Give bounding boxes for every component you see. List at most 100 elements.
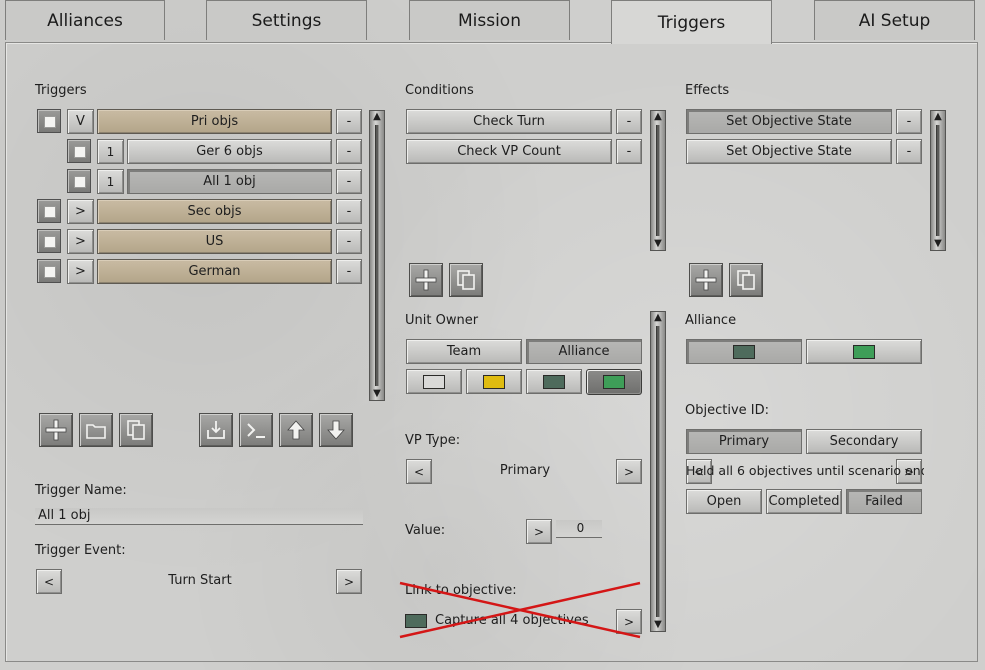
condition-check-vp-count[interactable]: Check VP Count — [406, 139, 612, 164]
console-button[interactable] — [239, 413, 273, 447]
owner-color-dark-green[interactable] — [526, 369, 582, 394]
trigger-checkbox[interactable] — [37, 109, 61, 133]
add-effect-button[interactable] — [689, 263, 723, 297]
effect-set-objective-state[interactable]: Set Objective State — [686, 109, 892, 134]
copy-icon — [457, 270, 475, 290]
tab-label: Settings — [251, 10, 322, 31]
scroll-down-icon[interactable]: ▼ — [931, 238, 945, 250]
move-down-button[interactable] — [319, 413, 353, 447]
vp-type-prev-button[interactable]: < — [406, 459, 432, 484]
tab-triggers[interactable]: Triggers — [611, 0, 772, 44]
effect-set-objective-state[interactable]: Set Objective State — [686, 139, 892, 164]
trigger-expand-toggle[interactable]: > — [67, 229, 94, 254]
value-heading: Value: — [405, 523, 446, 538]
objective-primary-button[interactable]: Primary — [686, 429, 802, 454]
tab-settings[interactable]: Settings — [206, 0, 367, 40]
move-up-button[interactable] — [279, 413, 313, 447]
tab-ai-setup[interactable]: AI Setup — [814, 0, 975, 40]
scroll-up-icon[interactable]: ▲ — [370, 111, 384, 123]
trigger-event-prev-button[interactable]: < — [36, 569, 62, 594]
scroll-down-icon[interactable]: ▼ — [651, 238, 665, 250]
vp-type-next-button[interactable]: > — [616, 459, 642, 484]
conditions-heading: Conditions — [405, 83, 474, 98]
remove-trigger-button[interactable]: - — [336, 229, 362, 254]
trigger-item-us[interactable]: US — [97, 229, 332, 254]
remove-effect-button[interactable]: - — [896, 109, 922, 134]
remove-trigger-button[interactable]: - — [336, 139, 362, 164]
objective-secondary-button[interactable]: Secondary — [806, 429, 922, 454]
tab-mission[interactable]: Mission — [409, 0, 570, 40]
cross-out-mark — [399, 581, 641, 639]
condition-check-turn[interactable]: Check Turn — [406, 109, 612, 134]
trigger-name-field[interactable]: All 1 obj — [35, 508, 363, 525]
effects-heading: Effects — [685, 83, 730, 98]
scroll-up-icon[interactable]: ▲ — [651, 111, 665, 123]
objective-state-open[interactable]: Open — [686, 489, 762, 514]
remove-condition-button[interactable]: - — [616, 109, 642, 134]
scroll-up-icon[interactable]: ▲ — [651, 312, 665, 324]
copy-trigger-button[interactable] — [119, 413, 153, 447]
remove-effect-button[interactable]: - — [896, 139, 922, 164]
trigger-item-pri-objs[interactable]: Pri objs — [97, 109, 332, 134]
trigger-item-ger-6-objs[interactable]: Ger 6 objs — [127, 139, 332, 164]
trigger-number-badge[interactable]: 1 — [97, 169, 124, 194]
owner-color-yellow[interactable] — [466, 369, 522, 394]
import-icon — [207, 421, 225, 439]
objective-state-failed[interactable]: Failed — [846, 489, 922, 514]
import-button[interactable] — [199, 413, 233, 447]
remove-trigger-button[interactable]: - — [336, 109, 362, 134]
color-swatch — [733, 344, 755, 359]
condition-details-scrollbar[interactable]: ▲ ▼ — [650, 311, 666, 632]
scroll-track — [936, 125, 940, 236]
owner-color-white[interactable] — [406, 369, 462, 394]
color-swatch — [483, 374, 505, 389]
add-condition-button[interactable] — [409, 263, 443, 297]
scroll-down-icon[interactable]: ▼ — [651, 619, 665, 631]
remove-trigger-button[interactable]: - — [336, 259, 362, 284]
alliance-button[interactable]: Alliance — [526, 339, 642, 364]
add-trigger-button[interactable] — [39, 413, 73, 447]
folder-button[interactable] — [79, 413, 113, 447]
trigger-checkbox[interactable] — [67, 139, 91, 163]
owner-color-green[interactable] — [586, 369, 642, 395]
plus-icon — [415, 269, 437, 291]
copy-condition-button[interactable] — [449, 263, 483, 297]
value-field[interactable]: 0 — [556, 520, 602, 538]
color-swatch — [423, 374, 445, 389]
objective-state-completed[interactable]: Completed — [766, 489, 842, 514]
copy-effect-button[interactable] — [729, 263, 763, 297]
trigger-item-german[interactable]: German — [97, 259, 332, 284]
trigger-event-value: Turn Start — [168, 573, 232, 588]
value-step-button[interactable]: > — [526, 519, 552, 544]
trigger-checkbox[interactable] — [37, 229, 61, 253]
color-swatch — [853, 344, 875, 359]
team-button[interactable]: Team — [406, 339, 522, 364]
copy-icon — [737, 270, 755, 290]
trigger-expand-toggle[interactable]: V — [67, 109, 94, 134]
conditions-scrollbar[interactable]: ▲ ▼ — [650, 110, 666, 251]
scroll-down-icon[interactable]: ▼ — [370, 388, 384, 400]
remove-trigger-button[interactable]: - — [336, 169, 362, 194]
trigger-checkbox[interactable] — [37, 259, 61, 283]
trigger-event-next-button[interactable]: > — [336, 569, 362, 594]
trigger-item-sec-objs[interactable]: Sec objs — [97, 199, 332, 224]
scroll-track — [656, 125, 660, 236]
trigger-checkbox[interactable] — [37, 199, 61, 223]
remove-trigger-button[interactable]: - — [336, 199, 362, 224]
remove-condition-button[interactable]: - — [616, 139, 642, 164]
unit-owner-heading: Unit Owner — [405, 313, 479, 328]
tab-alliances[interactable]: Alliances — [5, 0, 165, 40]
effects-scrollbar[interactable]: ▲ ▼ — [930, 110, 946, 251]
triggers-heading: Triggers — [35, 83, 87, 98]
trigger-item-all-1-obj[interactable]: All 1 obj — [127, 169, 332, 194]
scroll-track — [656, 326, 660, 617]
trigger-expand-toggle[interactable]: > — [67, 259, 94, 284]
alliance-color-dark-green[interactable] — [686, 339, 802, 364]
trigger-expand-toggle[interactable]: > — [67, 199, 94, 224]
triggers-scrollbar[interactable]: ▲ ▼ — [369, 110, 385, 401]
trigger-checkbox[interactable] — [67, 169, 91, 193]
scroll-up-icon[interactable]: ▲ — [931, 111, 945, 123]
plus-icon — [45, 419, 67, 441]
alliance-color-green[interactable] — [806, 339, 922, 364]
trigger-number-badge[interactable]: 1 — [97, 139, 124, 164]
